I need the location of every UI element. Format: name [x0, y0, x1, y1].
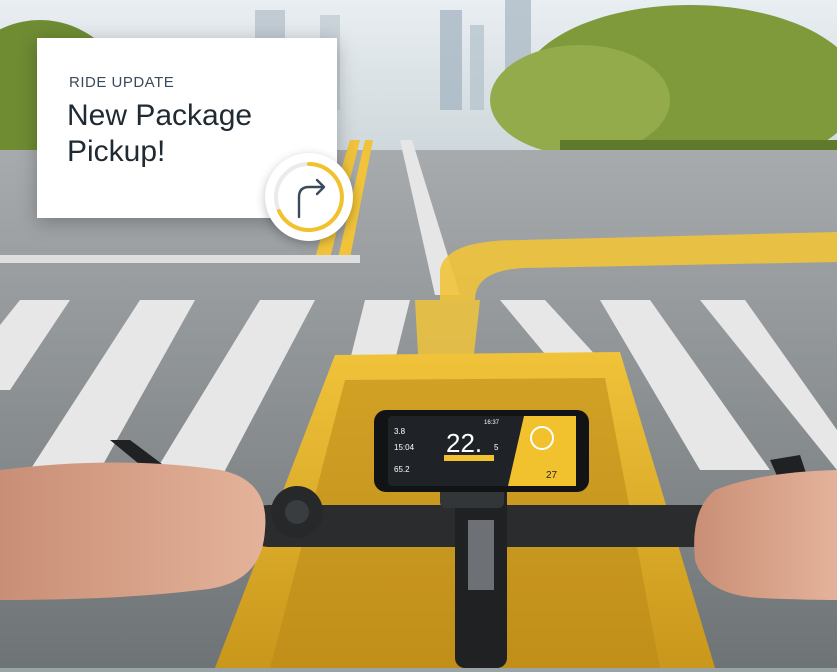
stat-third: 65.2 — [394, 465, 410, 474]
notification-label: RIDE UPDATE — [69, 74, 175, 91]
turn-direction-badge — [265, 153, 353, 241]
bike-phone: 22. 5 3.8 15:04 65.2 16:37 27 — [374, 410, 589, 492]
stat-time: 15:04 — [394, 443, 415, 452]
notification-title-line1: New Package — [67, 99, 253, 132]
turn-right-icon — [274, 162, 344, 232]
notification-title-line2: Pickup! — [67, 135, 166, 168]
speed-value: 22. — [446, 428, 482, 458]
stat-distance: 3.8 — [394, 427, 406, 436]
nav-distance: 27 — [546, 470, 558, 481]
speed-decimal: 5 — [494, 443, 499, 452]
notification-title: New Package Pickup! — [67, 98, 297, 170]
phone-time: 16:37 — [484, 420, 500, 426]
